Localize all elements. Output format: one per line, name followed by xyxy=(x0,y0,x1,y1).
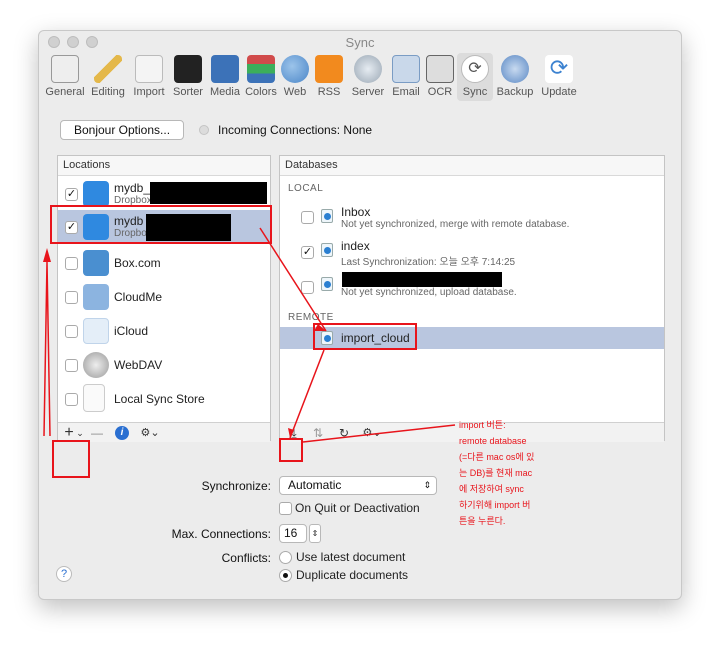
arrow-import-to-note xyxy=(302,424,456,443)
annotation-arrows xyxy=(43,227,456,443)
annotation-note: import 버튼: remote database (=다른 mac os에 … xyxy=(459,420,535,526)
arrow-location-to-remote xyxy=(259,227,327,332)
arrow-remote-to-import xyxy=(289,349,325,439)
arrowhead xyxy=(43,248,51,262)
arrow-up-from-add xyxy=(43,261,51,437)
